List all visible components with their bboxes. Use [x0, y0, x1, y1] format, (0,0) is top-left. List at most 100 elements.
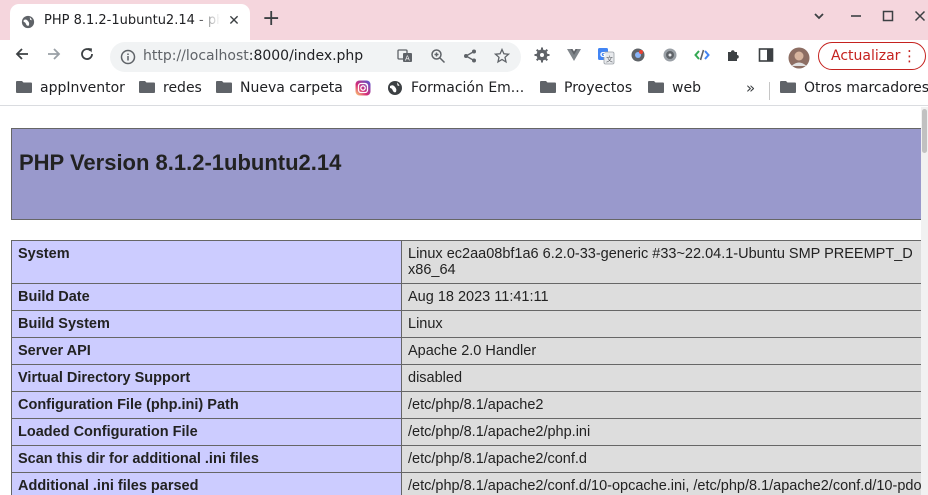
address-bar[interactable]: http://localhost:8000/index.php A	[110, 42, 521, 72]
extension-gear-icon[interactable]	[532, 47, 552, 67]
page-scrollbar[interactable]	[921, 107, 928, 495]
bookmark-folder-otros-marcadores[interactable]: Otros marcadores	[780, 80, 928, 100]
row-value: Linux	[401, 310, 928, 338]
extensions-puzzle-icon[interactable]	[724, 47, 744, 67]
bookmark-label: Formación Em...	[411, 80, 525, 96]
maximize-icon[interactable]	[878, 8, 898, 28]
table-row: Configuration File (php.ini) Path /etc/p…	[11, 391, 928, 419]
table-row: Build Date Aug 18 2023 11:41:11	[11, 283, 928, 311]
bookmark-folder-nueva-carpeta[interactable]: Nueva carpeta	[216, 80, 343, 100]
update-button-label: Actualizar	[831, 48, 901, 64]
bookmark-label: Otros marcadores	[804, 80, 928, 96]
bookmark-label: Proyectos	[564, 80, 633, 96]
page-title: PHP Version 8.1.2-1ubuntu2.14	[19, 150, 342, 175]
scrollbar-thumb[interactable]	[922, 109, 927, 153]
row-key: Server API	[11, 337, 402, 365]
row-key: Build System	[11, 310, 402, 338]
update-button[interactable]: Actualizar ⋮	[818, 42, 926, 70]
url-path: :8000/index.php	[248, 48, 364, 64]
extension-code-icon[interactable]	[692, 47, 712, 67]
tab-title: PHP 8.1.2-1ubuntu2.14 - phpinfo()	[44, 13, 220, 28]
minimize-icon[interactable]	[846, 8, 866, 28]
forward-button[interactable]	[42, 45, 66, 69]
table-row: Server API Apache 2.0 Handler	[11, 337, 928, 365]
bookmark-instagram[interactable]	[355, 80, 379, 100]
translate-icon[interactable]: A	[396, 48, 414, 66]
table-row: Loaded Configuration File /etc/php/8.1/a…	[11, 418, 928, 446]
php-info-table: System Linux ec2aa08bf1a6 6.2.0-33-gener…	[11, 240, 928, 495]
side-panel-icon[interactable]	[756, 47, 776, 67]
row-key: Scan this dir for additional .ini files	[11, 445, 402, 473]
row-value: /etc/php/8.1/apache2/php.ini	[401, 418, 928, 446]
bookmark-folder-appinventor[interactable]: appInventor	[16, 80, 125, 100]
row-value: disabled	[401, 364, 928, 392]
row-value-line: x86_64	[408, 262, 456, 278]
bookmark-label: Nueva carpeta	[240, 80, 343, 96]
close-tab-icon[interactable]: ✕	[225, 12, 243, 30]
reload-button[interactable]	[75, 45, 99, 69]
instagram-icon	[355, 80, 371, 96]
url-scheme-host: http://localhost	[143, 48, 249, 64]
extension-translate-icon[interactable]: G文	[596, 47, 616, 67]
folder-icon	[540, 81, 556, 93]
folder-icon	[16, 81, 32, 93]
folder-icon	[648, 81, 664, 93]
table-row: Additional .ini files parsed /etc/php/8.…	[11, 472, 928, 495]
bookmark-folder-redes[interactable]: redes	[139, 80, 202, 100]
bookmark-formacion[interactable]: Formación Em...	[387, 80, 524, 100]
row-value: /etc/php/8.1/apache2/conf.d/10-opcache.i…	[401, 472, 928, 495]
row-key: Configuration File (php.ini) Path	[11, 391, 402, 419]
bookmark-label: web	[672, 80, 701, 96]
new-tab-button[interactable]: +	[262, 8, 280, 30]
bookmark-folder-web[interactable]: web	[648, 80, 701, 100]
row-key: System	[11, 240, 402, 284]
back-button[interactable]	[10, 45, 34, 69]
arrow-left-icon	[15, 48, 28, 60]
tab-search-chevron-icon[interactable]	[809, 8, 829, 28]
row-key: Virtual Directory Support	[11, 364, 402, 392]
table-row: Virtual Directory Support disabled	[11, 364, 928, 392]
table-row: Build System Linux	[11, 310, 928, 338]
row-key: Additional .ini files parsed	[11, 472, 402, 495]
table-row: System Linux ec2aa08bf1a6 6.2.0-33-gener…	[11, 240, 928, 284]
folder-icon	[139, 81, 155, 93]
row-value: Aug 18 2023 11:41:11	[401, 283, 928, 311]
row-key: Loaded Configuration File	[11, 418, 402, 446]
extension-globe-icon[interactable]	[628, 47, 648, 67]
extension-vue-icon[interactable]	[564, 47, 584, 67]
bookmarks-divider	[769, 82, 770, 100]
row-value: Apache 2.0 Handler	[401, 337, 928, 365]
browser-toolbar: http://localhost:8000/index.php A G文 Act…	[0, 40, 928, 74]
close-window-icon[interactable]	[910, 8, 928, 28]
folder-icon	[780, 81, 796, 93]
row-key: Build Date	[11, 283, 402, 311]
bookmark-folder-proyectos[interactable]: Proyectos	[540, 80, 632, 100]
bookmarks-bar: appInventor redes Nueva carpeta Formació…	[0, 74, 928, 106]
bookmarks-overflow-icon[interactable]: »	[746, 79, 755, 97]
table-row: Scan this dir for additional .ini files …	[11, 445, 928, 473]
tab-strip: PHP 8.1.2-1ubuntu2.14 - phpinfo() ✕ +	[0, 0, 928, 40]
site-info-icon[interactable]	[120, 49, 136, 65]
zoom-icon[interactable]	[429, 48, 447, 66]
share-icon[interactable]	[461, 48, 479, 66]
svg-text:文: 文	[606, 55, 613, 64]
row-value: /etc/php/8.1/apache2	[401, 391, 928, 419]
reload-icon	[81, 48, 93, 60]
browser-tab[interactable]: PHP 8.1.2-1ubuntu2.14 - phpinfo() ✕	[10, 4, 250, 40]
row-value-line: Linux ec2aa08bf1a6 6.2.0-33-generic #33~…	[408, 246, 913, 262]
url-text[interactable]: http://localhost:8000/index.php	[143, 48, 363, 64]
svg-text:A: A	[405, 55, 410, 63]
globe-icon	[388, 81, 402, 95]
page-content: PHP Version 8.1.2-1ubuntu2.14 System Lin…	[0, 107, 928, 495]
extension-settings-icon[interactable]	[660, 47, 680, 67]
bookmark-label: appInventor	[40, 80, 125, 96]
bookmark-label: redes	[163, 80, 202, 96]
folder-icon	[216, 81, 232, 93]
profile-avatar[interactable]	[788, 47, 810, 69]
row-value: /etc/php/8.1/apache2/conf.d	[401, 445, 928, 473]
bookmark-star-icon[interactable]	[493, 47, 511, 66]
more-menu-icon[interactable]: ⋮	[902, 47, 917, 65]
arrow-right-icon	[48, 48, 61, 60]
row-value: Linux ec2aa08bf1a6 6.2.0-33-generic #33~…	[401, 240, 928, 284]
php-header: PHP Version 8.1.2-1ubuntu2.14	[11, 128, 923, 220]
